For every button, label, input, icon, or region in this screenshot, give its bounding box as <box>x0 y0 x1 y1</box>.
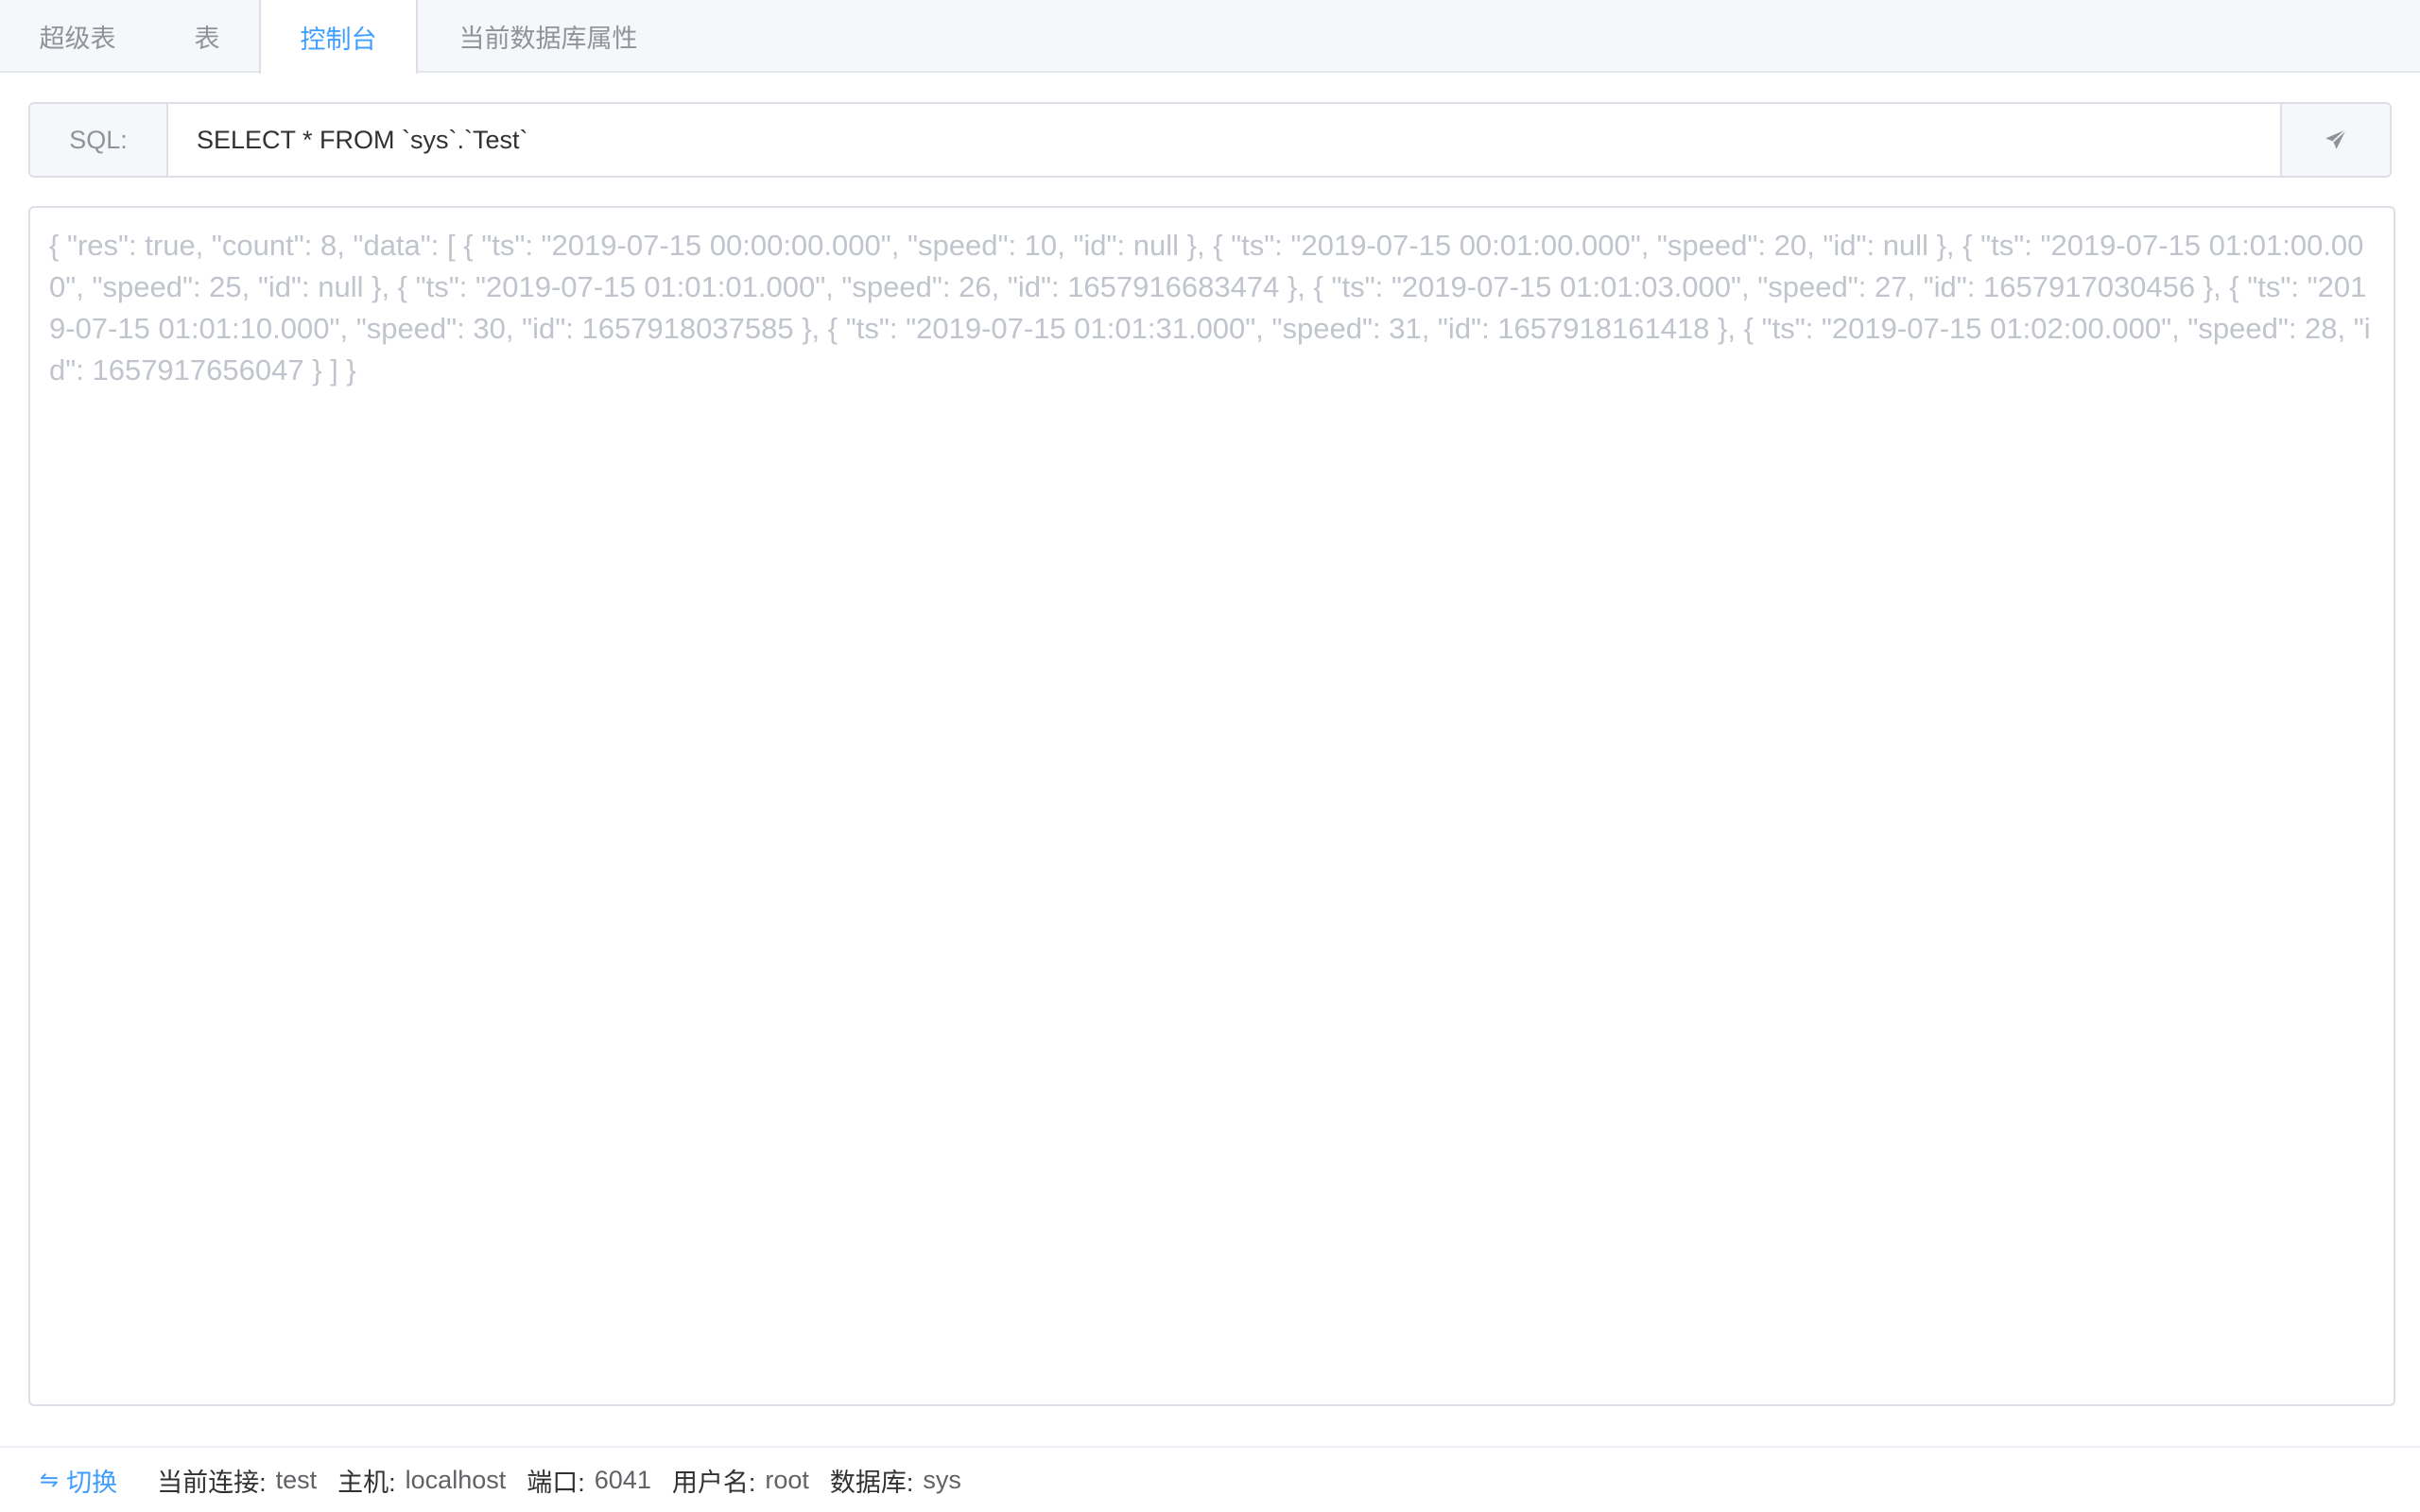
switch-label: 切换 <box>66 1468 118 1497</box>
database-key: 数据库: <box>829 1468 914 1497</box>
user-info-item: 用户名: root <box>672 1462 809 1499</box>
sql-prefix-label: SQL: <box>30 104 168 176</box>
host-info-item: 主机: localhost <box>337 1462 506 1499</box>
result-output[interactable]: { "res": true, "count": 8, "data": [ { "… <box>28 206 2395 1406</box>
sql-input-group: SQL: <box>28 102 2392 178</box>
connection-info-item: 当前连接: test <box>157 1462 317 1499</box>
host-value: localhost <box>405 1465 507 1494</box>
user-key: 用户名: <box>671 1468 756 1497</box>
status-footer: ⇋ 切换 当前连接: test 主机: localhost 端口: 6041 用… <box>0 1446 2420 1512</box>
tab-console[interactable]: 控制台 <box>259 0 418 74</box>
tab-database-properties[interactable]: 当前数据库属性 <box>418 0 679 73</box>
connection-value: test <box>275 1465 318 1494</box>
tab-bar: 超级表 表 控制台 当前数据库属性 <box>0 0 2420 74</box>
tab-super-table[interactable]: 超级表 <box>0 0 155 73</box>
sql-input[interactable] <box>168 104 2280 176</box>
connection-info: 当前连接: test 主机: localhost 端口: 6041 用户名: r… <box>157 1462 982 1499</box>
switch-connection-button[interactable]: ⇋ 切换 <box>40 1462 117 1499</box>
host-key: 主机: <box>337 1468 396 1497</box>
swap-icon: ⇋ <box>40 1467 60 1493</box>
paper-plane-icon <box>2325 129 2347 149</box>
connection-key: 当前连接: <box>157 1468 267 1497</box>
port-value: 6041 <box>594 1465 651 1494</box>
tab-table[interactable]: 表 <box>155 0 259 73</box>
database-info-item: 数据库: sys <box>830 1462 961 1499</box>
user-value: root <box>765 1465 809 1494</box>
send-button[interactable] <box>2280 104 2390 176</box>
database-value: sys <box>923 1465 961 1494</box>
port-info-item: 端口: 6041 <box>527 1462 651 1499</box>
port-key: 端口: <box>527 1468 585 1497</box>
